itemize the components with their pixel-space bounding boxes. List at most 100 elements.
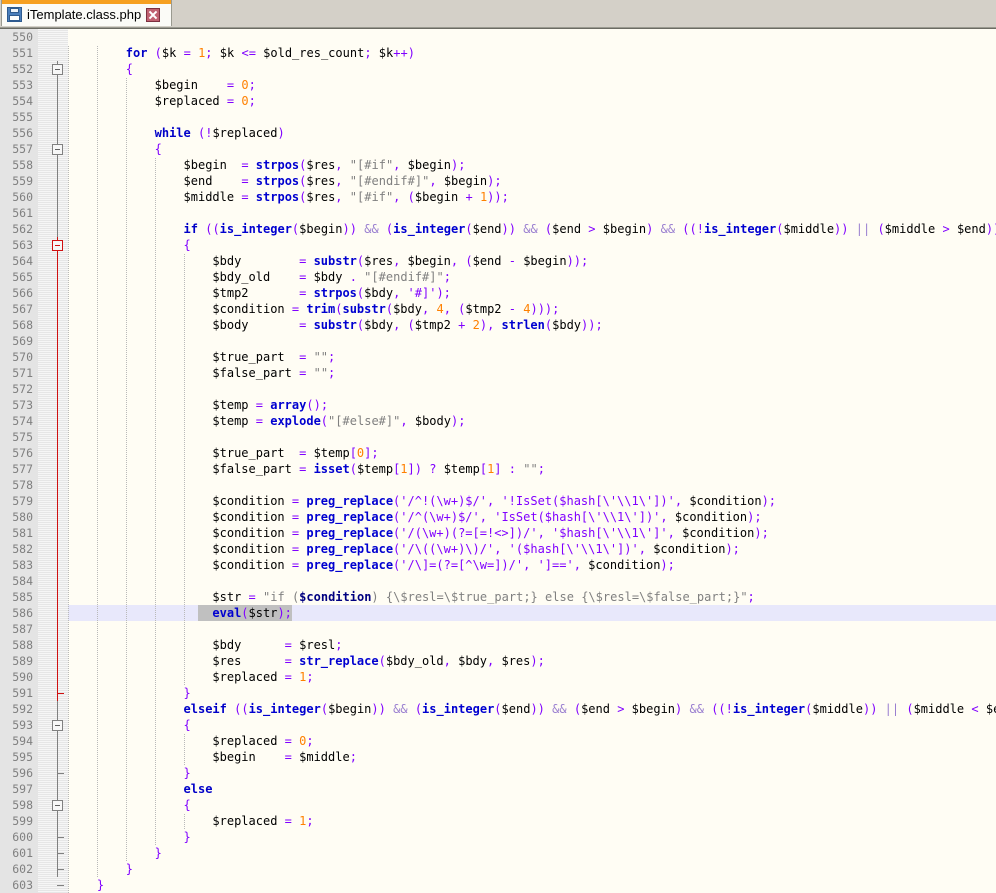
fold-margin[interactable] [38,61,68,77]
fold-margin[interactable] [38,77,68,93]
code-line[interactable]: 582$condition = preg_replace('/\((\w+)\)… [0,541,996,557]
code-line[interactable]: 579$condition = preg_replace('/^!(\w+)$/… [0,493,996,509]
code-line[interactable]: 561 [0,205,996,221]
fold-margin[interactable] [38,365,68,381]
code-line[interactable]: 592elseif ((is_integer($begin)) && (is_i… [0,701,996,717]
fold-margin[interactable] [38,285,68,301]
fold-margin[interactable] [38,269,68,285]
fold-toggle-icon[interactable] [52,720,63,731]
code-line[interactable]: 554$replaced = 0; [0,93,996,109]
code-editor[interactable]: 550551for ($k = 1; $k <= $old_res_count;… [0,28,996,893]
code-line[interactable]: 590$replaced = 1; [0,669,996,685]
code-line[interactable]: 557{ [0,141,996,157]
fold-margin[interactable] [38,557,68,573]
fold-margin[interactable] [38,829,68,845]
code-line[interactable]: 551for ($k = 1; $k <= $old_res_count; $k… [0,45,996,61]
code-line[interactable]: 566$tmp2 = strpos($bdy, '#]'); [0,285,996,301]
code-line[interactable]: 599$replaced = 1; [0,813,996,829]
code-line[interactable]: 602} [0,861,996,877]
code-line[interactable]: 595$begin = $middle; [0,749,996,765]
code-line[interactable]: 552{ [0,61,996,77]
code-line[interactable]: 550 [0,29,996,45]
fold-margin[interactable] [38,301,68,317]
code-line[interactable]: 571$false_part = ""; [0,365,996,381]
code-line[interactable]: 558$begin = strpos($res, "[#if", $begin)… [0,157,996,173]
fold-margin[interactable] [38,589,68,605]
fold-margin[interactable] [38,621,68,637]
code-line[interactable]: 588$bdy = $resl; [0,637,996,653]
code-line[interactable]: 563{ [0,237,996,253]
fold-margin[interactable] [38,541,68,557]
code-line[interactable]: 562if ((is_integer($begin)) && (is_integ… [0,221,996,237]
code-line[interactable]: 583$condition = preg_replace('/\]=(?=[^\… [0,557,996,573]
code-line[interactable]: 569 [0,333,996,349]
fold-margin[interactable] [38,221,68,237]
fold-margin[interactable] [38,477,68,493]
fold-toggle-icon[interactable] [52,800,63,811]
fold-margin[interactable] [38,637,68,653]
code-line[interactable]: 568$body = substr($bdy, ($tmp2 + 2), str… [0,317,996,333]
fold-margin[interactable] [38,381,68,397]
code-line[interactable]: 587 [0,621,996,637]
code-line[interactable]: 594$replaced = 0; [0,733,996,749]
code-line[interactable]: 565$bdy_old = $bdy . "[#endif#]"; [0,269,996,285]
code-line[interactable]: 564$bdy = substr($res, $begin, ($end - $… [0,253,996,269]
code-line[interactable]: 573$temp = array(); [0,397,996,413]
code-line[interactable]: 580$condition = preg_replace('/^(\w+)$/'… [0,509,996,525]
fold-margin[interactable] [38,765,68,781]
code-line[interactable]: 574$temp = explode("[#else#]", $body); [0,413,996,429]
code-line[interactable]: 598{ [0,797,996,813]
fold-toggle-icon[interactable] [52,144,63,155]
fold-margin[interactable] [38,157,68,173]
fold-margin[interactable] [38,509,68,525]
fold-margin[interactable] [38,317,68,333]
fold-margin[interactable] [38,237,68,253]
fold-margin[interactable] [38,813,68,829]
code-line[interactable]: 593{ [0,717,996,733]
fold-margin[interactable] [38,205,68,221]
fold-margin[interactable] [38,189,68,205]
code-line[interactable]: 589$res = str_replace($bdy_old, $bdy, $r… [0,653,996,669]
fold-margin[interactable] [38,29,68,45]
code-line[interactable]: 584 [0,573,996,589]
code-line[interactable]: 570$true_part = ""; [0,349,996,365]
fold-margin[interactable] [38,845,68,861]
fold-margin[interactable] [38,781,68,797]
fold-margin[interactable] [38,333,68,349]
fold-margin[interactable] [38,141,68,157]
fold-margin[interactable] [38,109,68,125]
code-line[interactable]: 555 [0,109,996,125]
fold-margin[interactable] [38,173,68,189]
fold-margin[interactable] [38,749,68,765]
code-line[interactable]: 559$end = strpos($res, "[#endif#]", $beg… [0,173,996,189]
code-line[interactable]: 600} [0,829,996,845]
code-line[interactable]: 576$true_part = $temp[0]; [0,445,996,461]
code-line[interactable]: 586eval($str); [0,605,996,621]
code-line[interactable]: 585$str = "if ($condition) {\$resl=\$tru… [0,589,996,605]
code-line[interactable]: 578 [0,477,996,493]
fold-margin[interactable] [38,461,68,477]
fold-margin[interactable] [38,397,68,413]
fold-margin[interactable] [38,45,68,61]
fold-margin[interactable] [38,733,68,749]
close-icon[interactable] [146,8,160,22]
code-line[interactable]: 556while (!$replaced) [0,125,996,141]
fold-margin[interactable] [38,349,68,365]
code-line[interactable]: 581$condition = preg_replace('/(\w+)(?=[… [0,525,996,541]
fold-margin[interactable] [38,429,68,445]
code-line[interactable]: 597else [0,781,996,797]
fold-toggle-icon[interactable] [52,240,63,251]
code-line[interactable]: 601} [0,845,996,861]
fold-margin[interactable] [38,797,68,813]
code-line[interactable]: 560$middle = strpos($res, "[#if", ($begi… [0,189,996,205]
fold-margin[interactable] [38,93,68,109]
fold-margin[interactable] [38,125,68,141]
fold-margin[interactable] [38,493,68,509]
fold-margin[interactable] [38,253,68,269]
fold-margin[interactable] [38,413,68,429]
fold-margin[interactable] [38,685,68,701]
fold-margin[interactable] [38,669,68,685]
code-line[interactable]: 567$condition = trim(substr($bdy, 4, ($t… [0,301,996,317]
fold-margin[interactable] [38,605,68,621]
code-line[interactable]: 553$begin = 0; [0,77,996,93]
